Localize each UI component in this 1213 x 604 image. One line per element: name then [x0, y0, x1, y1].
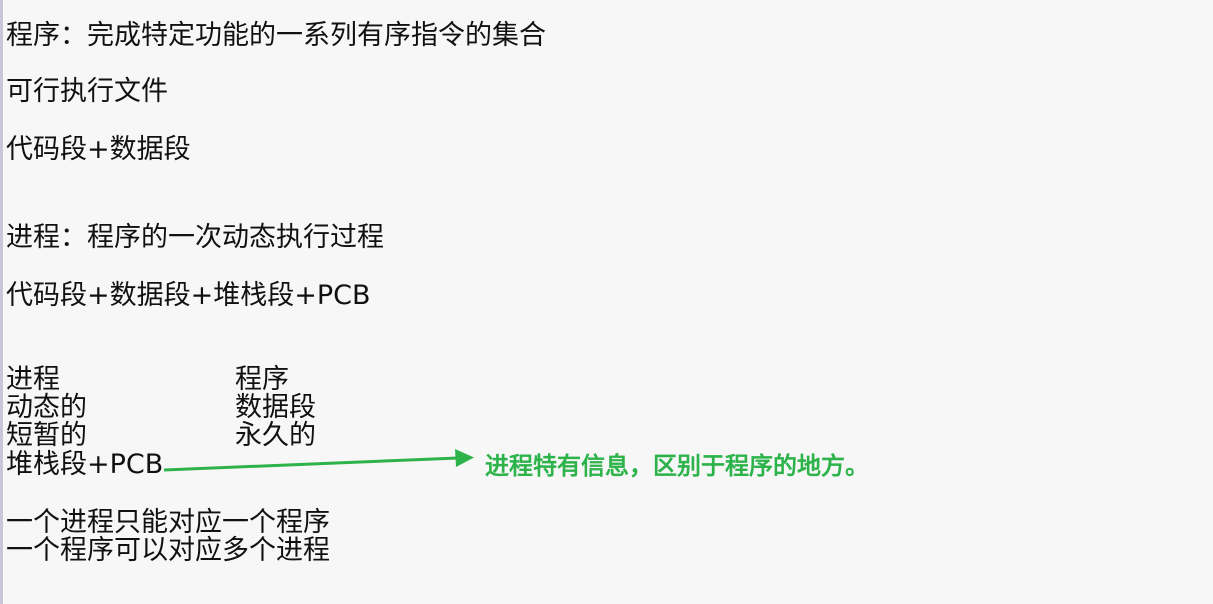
- annotation-note: 进程特有信息，区别于程序的地方。: [485, 452, 869, 480]
- relation-line: 一个程序可以对应多个进程: [6, 535, 330, 566]
- relation-line: 一个进程只能对应一个程序: [6, 507, 330, 538]
